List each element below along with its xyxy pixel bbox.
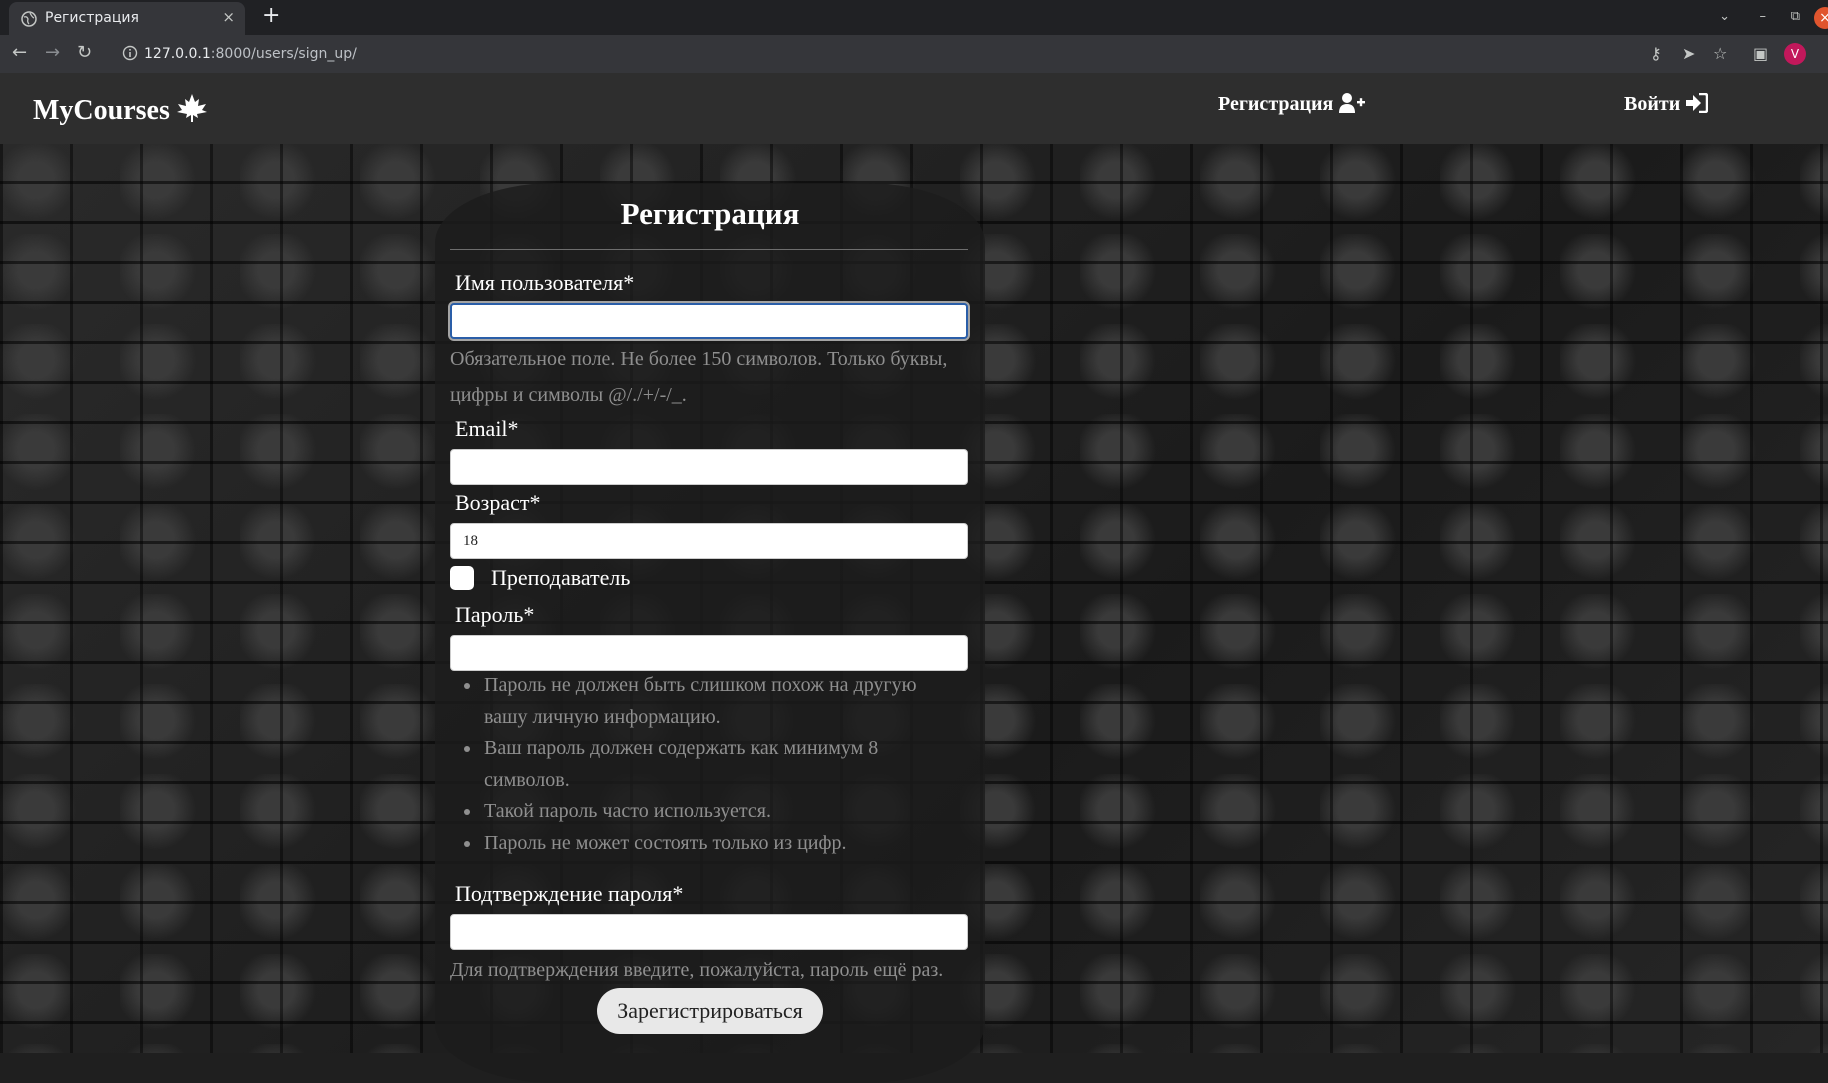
chevron-down-icon[interactable]: ⌄	[1719, 9, 1730, 24]
register-button[interactable]: Зарегистрироваться	[597, 988, 823, 1034]
url-path: :8000/users/sign_up/	[210, 46, 357, 62]
password-confirm-input[interactable]	[450, 914, 968, 950]
back-icon[interactable]: ←	[12, 42, 27, 63]
nav-login-link[interactable]: Войти	[1624, 92, 1709, 116]
restore-icon[interactable]: ⧉	[1791, 9, 1800, 24]
password-input[interactable]	[450, 635, 968, 671]
username-help: Обязательное поле. Не более 150 символов…	[450, 348, 948, 406]
password-confirm-help: Для подтверждения введите, пожалуйста, п…	[450, 959, 944, 981]
password-help-list: Пароль не должен быть слишком похож на д…	[450, 670, 960, 859]
brand-name: MyCourses	[33, 95, 170, 126]
new-tab-button[interactable]: +	[262, 3, 280, 28]
globe-icon	[21, 11, 37, 27]
url-host: 127.0.0.1	[144, 46, 211, 62]
leaf-icon	[176, 94, 207, 122]
teacher-label: Преподаватель	[491, 565, 631, 590]
password-help-item: Пароль не должен быть слишком похож на д…	[482, 670, 960, 733]
password-label: Пароль*	[455, 602, 535, 627]
site-navbar: MyCourses Регистрация Войти	[0, 73, 1828, 144]
teacher-checkbox[interactable]	[450, 566, 474, 590]
user-plus-icon	[1339, 93, 1366, 113]
browser-toolbar: ← → ↻ 127.0.0.1:8000/users/sign_up/ ⚷ ➤ …	[0, 35, 1828, 73]
password-help-item: Ваш пароль должен содержать как минимум …	[482, 733, 960, 796]
password-help-item: Такой пароль часто используется.	[482, 796, 960, 828]
email-input[interactable]	[450, 449, 968, 485]
key-icon[interactable]: ⚷	[1650, 44, 1662, 63]
browser-tab-strip: Регистрация × + ⌄ – ⧉ ×	[0, 0, 1828, 35]
browser-tab[interactable]: Регистрация ×	[9, 2, 245, 35]
title-divider	[450, 249, 968, 250]
reload-icon[interactable]: ↻	[77, 42, 92, 63]
username-input[interactable]	[450, 303, 968, 339]
forward-icon[interactable]: →	[45, 42, 60, 63]
profile-avatar[interactable]: V	[1784, 43, 1806, 65]
age-input[interactable]	[450, 523, 968, 559]
close-icon[interactable]: ×	[1814, 7, 1828, 29]
minimize-icon[interactable]: –	[1760, 9, 1767, 24]
email-label: Email*	[455, 416, 519, 441]
age-label: Возраст*	[455, 490, 541, 515]
send-icon[interactable]: ➤	[1682, 44, 1695, 63]
sidepanel-icon[interactable]: ▣	[1753, 44, 1768, 63]
tab-title: Регистрация	[45, 10, 139, 26]
password-help-item: Пароль не может состоять только из цифр.	[482, 828, 960, 860]
sign-in-icon	[1686, 92, 1709, 114]
brand-logo[interactable]: MyCourses	[33, 93, 208, 127]
nav-login-label: Войти	[1624, 93, 1681, 115]
star-icon[interactable]: ☆	[1713, 44, 1727, 63]
tab-close-icon[interactable]: ×	[222, 8, 235, 26]
info-icon[interactable]	[122, 45, 138, 61]
url-text: 127.0.0.1:8000/users/sign_up/	[144, 46, 357, 62]
nav-register-label: Регистрация	[1218, 93, 1334, 115]
form-title: Регистрация	[620, 196, 800, 231]
username-label: Имя пользователя*	[455, 270, 635, 295]
password-confirm-label: Подтверждение пароля*	[455, 881, 684, 906]
address-bar[interactable]: 127.0.0.1:8000/users/sign_up/	[110, 38, 1650, 70]
nav-register-link[interactable]: Регистрация	[1218, 93, 1366, 116]
